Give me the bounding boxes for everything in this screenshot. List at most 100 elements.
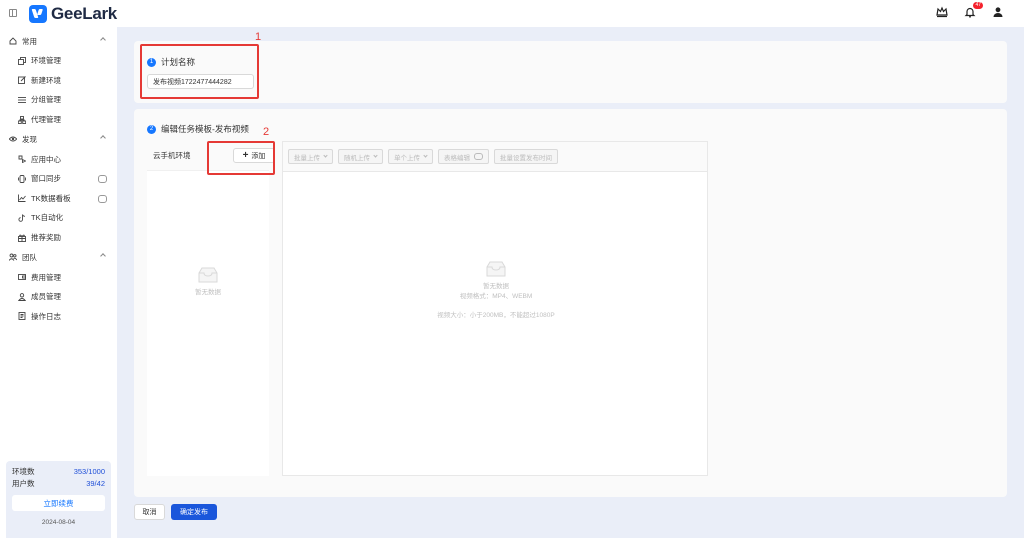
sidebar-toggle-icon[interactable]: [9, 9, 17, 17]
gift-icon: [18, 234, 26, 242]
chevron-up-icon: [100, 37, 106, 43]
sidebar-item-label: 环境管理: [31, 56, 61, 66]
single-upload-label: 单个上传: [394, 154, 420, 162]
sidebar-group-label: 团队: [22, 252, 37, 262]
random-upload-button[interactable]: 随机上传: [338, 149, 383, 164]
user-count-value: 39/42: [86, 479, 105, 488]
table-edit-button[interactable]: 表格编辑: [438, 149, 489, 164]
usage-stats-card: 环境数 353/1000 用户数 39/42 立即续费 2024-08-04: [6, 461, 111, 538]
chevron-down-icon: [323, 153, 328, 158]
chevron-down-icon: [373, 153, 378, 158]
cloud-phone-env-panel: 云手机环境 + 添加 暂无数据: [147, 141, 275, 476]
step-1-badge: 1: [147, 57, 156, 67]
video-empty-title: 暂无数据: [483, 283, 509, 290]
empty-box-icon: [484, 260, 508, 278]
video-size-hint: 视频大小：小于200MB，不能超过1080P: [437, 312, 555, 319]
vip-badge-icon: [98, 174, 107, 183]
copy-icon: [18, 56, 26, 65]
batch-schedule-label: 批量设置发布时间: [500, 154, 552, 162]
sidebar-item-label: 分组管理: [31, 95, 61, 105]
sidebar-group-discover[interactable]: 发现: [0, 129, 117, 149]
random-upload-label: 随机上传: [344, 154, 370, 162]
step-1-label: 计划名称: [161, 57, 196, 67]
env-count-label: 环境数: [12, 467, 35, 476]
network-icon: [17, 115, 27, 124]
sidebar-item-group-manage[interactable]: 分组管理: [0, 90, 117, 110]
env-empty-text: 暂无数据: [195, 289, 221, 296]
video-empty-state: 暂无数据 视频格式：MP4、WEBM 视频大小：小于200MB，不能超过1080…: [283, 260, 709, 321]
sidebar-item-billing[interactable]: 费用管理: [0, 267, 117, 287]
sidebar-item-label: 代理管理: [31, 115, 61, 125]
vip-crown-icon[interactable]: [936, 6, 948, 18]
top-bar: GeeLark 47: [0, 0, 1024, 27]
notification-badge: 47: [973, 2, 983, 9]
video-upload-panel: 批量上传 随机上传 单个上传 表格编辑 批量设置发布时间 暂无数据 视频格式：M…: [282, 141, 708, 476]
edit-icon: [18, 76, 26, 85]
step-2-label: 编辑任务模板-发布视频: [161, 124, 249, 134]
step-2-title: 2 编辑任务模板-发布视频: [147, 123, 249, 135]
confirm-publish-button[interactable]: 确定发布: [171, 504, 217, 520]
cancel-button[interactable]: 取消: [134, 504, 165, 520]
sidebar-item-label: 费用管理: [31, 272, 61, 282]
sidebar-item-label: 窗口同步: [31, 174, 61, 184]
vip-badge-icon: [474, 153, 483, 160]
apps-icon: [18, 155, 27, 164]
sidebar-group-team[interactable]: 团队: [0, 247, 117, 267]
batch-schedule-button[interactable]: 批量设置发布时间: [494, 149, 558, 164]
user-count-row: 用户数 39/42: [12, 478, 105, 490]
plan-name-input[interactable]: [147, 74, 254, 89]
plus-icon: +: [242, 149, 249, 161]
video-toolbar: 批量上传 随机上传 单个上传 表格编辑 批量设置发布时间: [283, 142, 707, 172]
env-count-value: 353/1000: [73, 467, 105, 476]
log-icon: [18, 312, 26, 321]
sidebar-item-window-sync[interactable]: 窗口同步: [0, 169, 117, 189]
main-content: 1 计划名称 2 编辑任务模板-发布视频 云手机环境 + 添加 暂无数据: [117, 27, 1024, 538]
home-icon: [9, 37, 17, 45]
wallet-icon: [18, 273, 26, 281]
team-icon: [8, 253, 18, 262]
sidebar-item-label: 新建环境: [31, 75, 61, 85]
batch-upload-button[interactable]: 批量上传: [288, 149, 333, 164]
table-edit-label: 表格编辑: [444, 154, 470, 162]
step-1-title: 1 计划名称: [147, 56, 195, 68]
sidebar-item-env-manage[interactable]: 环境管理: [0, 51, 117, 71]
sidebar-item-referral[interactable]: 推荐奖励: [0, 228, 117, 248]
footer-actions: 取消 确定发布: [134, 504, 217, 520]
app-logo: GeeLark: [29, 4, 117, 24]
chevron-up-icon: [100, 135, 106, 142]
list-icon: [18, 96, 26, 104]
tiktok-icon: [18, 214, 26, 222]
sidebar-item-audit-log[interactable]: 操作日志: [0, 307, 117, 327]
sidebar-item-tk-automation[interactable]: TK自动化: [0, 208, 117, 228]
sidebar-group-common[interactable]: 常用: [0, 31, 117, 51]
add-env-button[interactable]: + 添加: [233, 148, 275, 163]
step-2-badge: 2: [147, 124, 156, 134]
chevron-down-icon: [423, 153, 428, 158]
sidebar-item-label: 操作日志: [31, 311, 61, 321]
sidebar-item-new-env[interactable]: 新建环境: [0, 71, 117, 91]
eye-icon: [8, 135, 18, 143]
chevron-up-icon: [100, 253, 106, 260]
expiry-date: 2024-08-04: [41, 519, 76, 526]
sidebar-item-label: 应用中心: [31, 154, 61, 164]
geelark-logo-icon: [29, 5, 47, 23]
annotation-label-2: 2: [263, 126, 270, 138]
sidebar-item-members[interactable]: 成员管理: [0, 287, 117, 307]
single-upload-button[interactable]: 单个上传: [388, 149, 433, 164]
plan-name-section: 1 计划名称: [134, 41, 1007, 103]
sidebar-item-tk-dashboard[interactable]: TK数据看板: [0, 189, 117, 209]
user-avatar-icon[interactable]: [992, 6, 1004, 18]
chart-icon: [18, 194, 26, 203]
sidebar-item-label: 推荐奖励: [31, 233, 61, 243]
sidebar: 常用 环境管理 新建环境 分组管理 代理管理 发现 应用中心 窗口同步 TK数据…: [0, 27, 117, 538]
env-panel-title: 云手机环境: [153, 151, 191, 160]
vip-badge-icon: [98, 194, 107, 203]
sidebar-item-proxy-manage[interactable]: 代理管理: [0, 110, 117, 130]
members-icon: [17, 292, 27, 301]
task-template-section: 2 编辑任务模板-发布视频 云手机环境 + 添加 暂无数据 批量上传 随机上传 …: [134, 109, 1007, 497]
sidebar-item-app-center[interactable]: 应用中心: [0, 149, 117, 169]
batch-upload-label: 批量上传: [294, 154, 320, 162]
env-empty-state: 暂无数据: [147, 266, 269, 298]
notification-bell-icon[interactable]: 47: [964, 2, 983, 18]
renew-button[interactable]: 立即续费: [12, 495, 105, 511]
